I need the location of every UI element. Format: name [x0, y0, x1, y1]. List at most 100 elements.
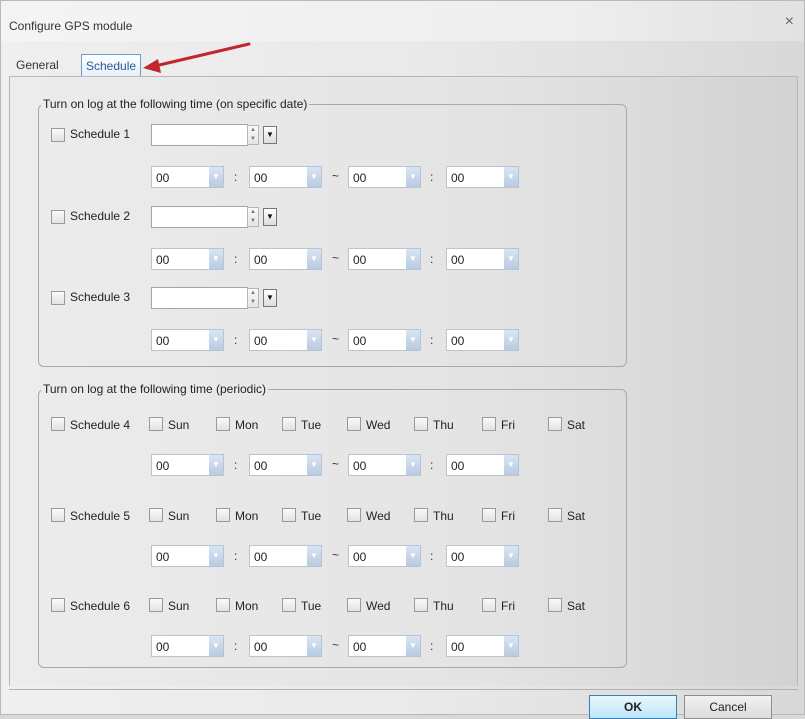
schedule-5-day-sun-checkbox[interactable] [149, 508, 163, 522]
chevron-down-icon[interactable]: ▼ [504, 167, 518, 187]
schedule-3-checkbox[interactable] [51, 291, 65, 305]
close-icon[interactable]: × [785, 13, 794, 31]
schedule-5-day-sat-checkbox[interactable] [548, 508, 562, 522]
chevron-down-icon[interactable]: ▼ [209, 330, 223, 350]
schedule-6-start-hour-select[interactable]: 00 ▼ [151, 635, 224, 657]
schedule-4-end-hour-select[interactable]: 00 ▼ [348, 454, 421, 476]
chevron-down-icon[interactable]: ▼ [307, 546, 321, 566]
schedule-2-start-minute-select[interactable]: 00 ▼ [249, 248, 322, 270]
chevron-down-icon[interactable]: ▼ [406, 636, 420, 656]
schedule-4-day-tue-label: Tue [301, 418, 322, 432]
chevron-down-icon[interactable]: ▼ [406, 330, 420, 350]
schedule-4-start-hour-select[interactable]: 00 ▼ [151, 454, 224, 476]
schedule-5-start-minute-select[interactable]: 00 ▼ [249, 545, 322, 567]
chevron-down-icon[interactable]: ▼ [504, 249, 518, 269]
schedule-5-end-hour-select[interactable]: 00 ▼ [348, 545, 421, 567]
spin-stepper-icon[interactable]: ▲ ▼ [247, 288, 259, 308]
chevron-down-icon[interactable]: ▼ [209, 636, 223, 656]
schedule-4-day-thu-checkbox[interactable] [414, 417, 428, 431]
schedule-6-day-sun-checkbox[interactable] [149, 598, 163, 612]
date-dropdown-icon[interactable]: ▼ [263, 208, 277, 226]
schedule-3-start-minute-select[interactable]: 00 ▼ [249, 329, 322, 351]
schedule-4-day-mon-checkbox[interactable] [216, 417, 230, 431]
spin-up-icon[interactable]: ▲ [248, 208, 258, 217]
schedule-5-day-mon-checkbox[interactable] [216, 508, 230, 522]
schedule-4-end-minute-select[interactable]: 00 ▼ [446, 454, 519, 476]
schedule-5-checkbox[interactable] [51, 508, 65, 522]
schedule-1-end-hour-select[interactable]: 00 ▼ [348, 166, 421, 188]
schedule-2-date-input[interactable] [151, 206, 248, 228]
date-dropdown-icon[interactable]: ▼ [263, 289, 277, 307]
schedule-1-end-minute-select[interactable]: 00 ▼ [446, 166, 519, 188]
schedule-5-day-wed-checkbox[interactable] [347, 508, 361, 522]
schedule-6-day-thu-checkbox[interactable] [414, 598, 428, 612]
chevron-down-icon[interactable]: ▼ [307, 636, 321, 656]
spin-down-icon[interactable]: ▼ [248, 298, 258, 307]
schedule-1-start-minute-select[interactable]: 00 ▼ [249, 166, 322, 188]
chevron-down-icon[interactable]: ▼ [406, 167, 420, 187]
chevron-down-icon[interactable]: ▼ [307, 249, 321, 269]
chevron-down-icon[interactable]: ▼ [209, 455, 223, 475]
schedule-3-date-input[interactable] [151, 287, 248, 309]
cancel-button[interactable]: Cancel [684, 695, 772, 719]
schedule-6-day-mon-checkbox[interactable] [216, 598, 230, 612]
schedule-4-day-sun-checkbox[interactable] [149, 417, 163, 431]
schedule-2-start-hour-select[interactable]: 00 ▼ [151, 248, 224, 270]
schedule-6-end-minute-select[interactable]: 00 ▼ [446, 635, 519, 657]
schedule-6-day-tue-checkbox[interactable] [282, 598, 296, 612]
schedule-1-date-input[interactable] [151, 124, 248, 146]
chevron-down-icon[interactable]: ▼ [406, 546, 420, 566]
schedule-1-start-hour-select[interactable]: 00 ▼ [151, 166, 224, 188]
schedule-6-day-fri-checkbox[interactable] [482, 598, 496, 612]
ok-button[interactable]: OK [589, 695, 677, 719]
schedule-4-day-fri-checkbox[interactable] [482, 417, 496, 431]
chevron-down-icon[interactable]: ▼ [504, 330, 518, 350]
schedule-4-day-wed-checkbox[interactable] [347, 417, 361, 431]
schedule-6-day-sat-checkbox[interactable] [548, 598, 562, 612]
chevron-down-icon[interactable]: ▼ [406, 249, 420, 269]
schedule-2-end-hour-select[interactable]: 00 ▼ [348, 248, 421, 270]
chevron-down-icon[interactable]: ▼ [307, 455, 321, 475]
schedule-3-end-hour-select[interactable]: 00 ▼ [348, 329, 421, 351]
chevron-down-icon[interactable]: ▼ [504, 636, 518, 656]
schedule-5-day-tue-checkbox[interactable] [282, 508, 296, 522]
schedule-4-label: Schedule 4 [70, 418, 131, 432]
schedule-2-checkbox[interactable] [51, 210, 65, 224]
chevron-down-icon[interactable]: ▼ [209, 249, 223, 269]
schedule-5-day-fri-checkbox[interactable] [482, 508, 496, 522]
spin-down-icon[interactable]: ▼ [248, 135, 258, 144]
chevron-down-icon[interactable]: ▼ [307, 167, 321, 187]
schedule-4-checkbox[interactable] [51, 417, 65, 431]
chevron-down-icon[interactable]: ▼ [504, 455, 518, 475]
schedule-5-day-thu-checkbox[interactable] [414, 508, 428, 522]
chevron-down-icon[interactable]: ▼ [504, 546, 518, 566]
schedule-6-checkbox[interactable] [51, 598, 65, 612]
schedule-2-end-minute-select[interactable]: 00 ▼ [446, 248, 519, 270]
schedule-6-end-hour-select[interactable]: 00 ▼ [348, 635, 421, 657]
spin-up-icon[interactable]: ▲ [248, 126, 258, 135]
schedule-4-start-minute-select[interactable]: 00 ▼ [249, 454, 322, 476]
tab-general[interactable]: General [12, 54, 63, 76]
schedule-6-end-hour-select-value: 00 [353, 640, 367, 654]
schedule-4-day-sat-checkbox[interactable] [548, 417, 562, 431]
spin-stepper-icon[interactable]: ▲ ▼ [247, 207, 259, 227]
spin-up-icon[interactable]: ▲ [248, 289, 258, 298]
chevron-down-icon[interactable]: ▼ [406, 455, 420, 475]
chevron-down-icon[interactable]: ▼ [209, 167, 223, 187]
schedule-4-day-tue-checkbox[interactable] [282, 417, 296, 431]
schedule-3-end-minute-select[interactable]: 00 ▼ [446, 329, 519, 351]
schedule-1-checkbox[interactable] [51, 128, 65, 142]
time-colon: : [234, 549, 238, 563]
schedule-5-end-minute-select[interactable]: 00 ▼ [446, 545, 519, 567]
chevron-down-icon[interactable]: ▼ [209, 546, 223, 566]
schedule-5-start-hour-select[interactable]: 00 ▼ [151, 545, 224, 567]
tab-schedule[interactable]: Schedule [81, 54, 142, 76]
red-arrow-annotation-icon [143, 42, 251, 73]
schedule-6-day-wed-checkbox[interactable] [347, 598, 361, 612]
spin-down-icon[interactable]: ▼ [248, 217, 258, 226]
spin-stepper-icon[interactable]: ▲ ▼ [247, 125, 259, 145]
date-dropdown-icon[interactable]: ▼ [263, 126, 277, 144]
schedule-3-start-hour-select[interactable]: 00 ▼ [151, 329, 224, 351]
schedule-6-start-minute-select[interactable]: 00 ▼ [249, 635, 322, 657]
chevron-down-icon[interactable]: ▼ [307, 330, 321, 350]
